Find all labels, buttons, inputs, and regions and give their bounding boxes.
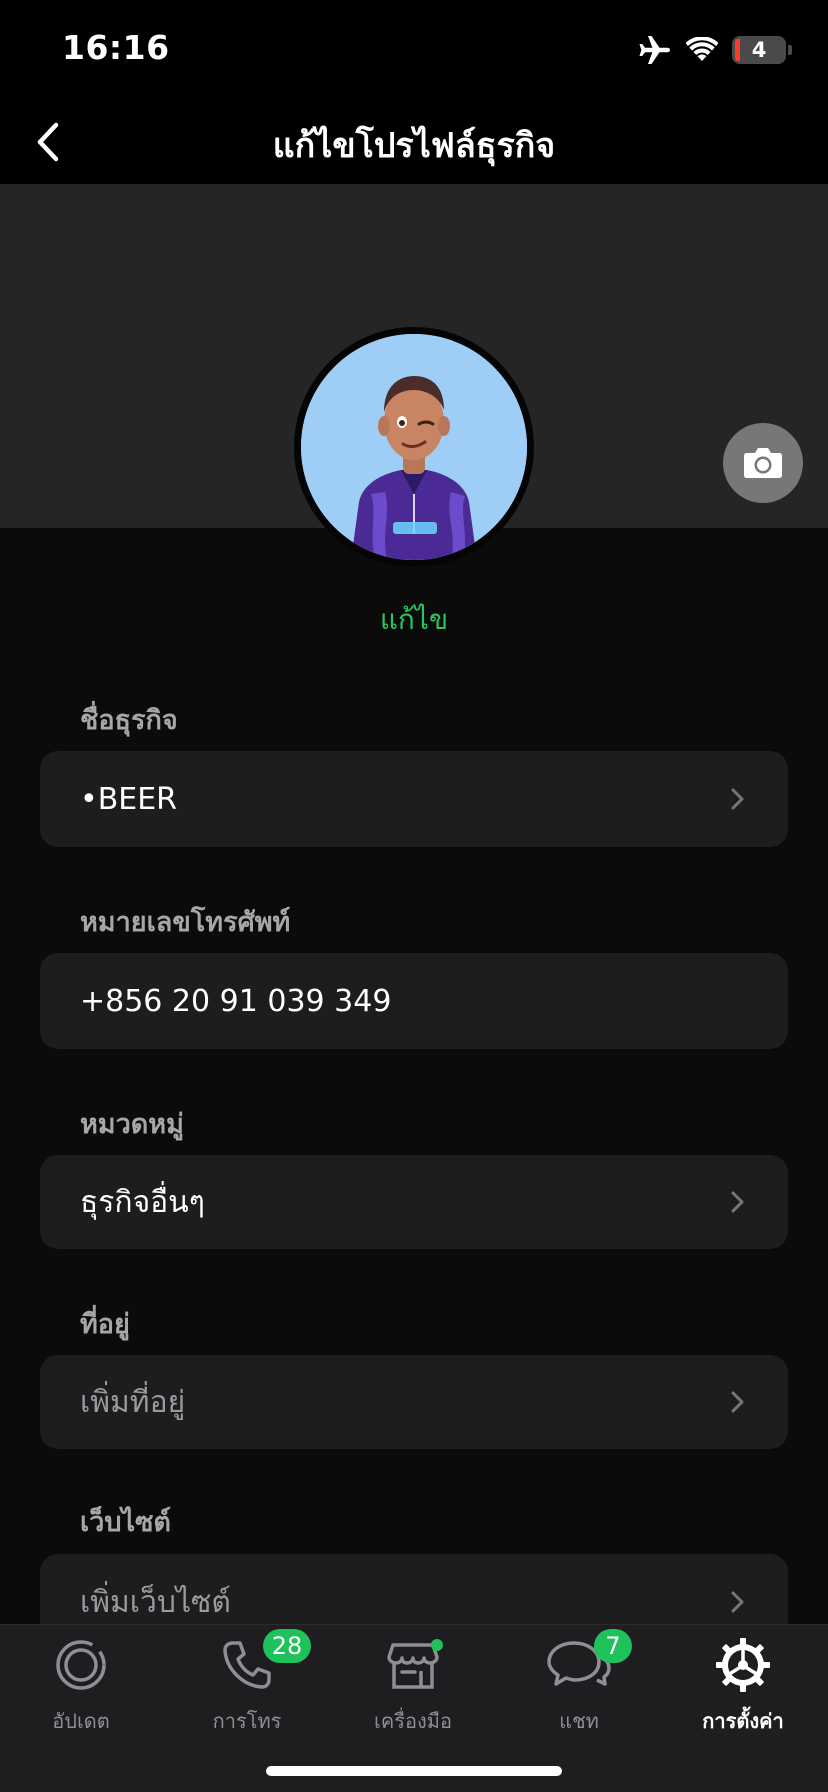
battery-level-text: 4 [751,38,767,62]
tab-settings-label: การตั้งค่า [702,1709,784,1733]
screen: 16:16 4 แก้ไขโปรไฟล์ธุรกิจ แก้ไข ชื่อธุร… [0,0,828,1792]
address-label: ที่อยู่ [80,1309,130,1340]
tab-settings[interactable]: การตั้งค่า [668,1637,818,1747]
business-name-value: •BEER [80,781,178,817]
tab-chats[interactable]: 7 แชท [504,1629,654,1747]
website-placeholder: เพิ่มเว็บไซต์ [80,1584,231,1620]
updates-icon [56,1640,106,1690]
tab-calls[interactable]: 28 การโทร [172,1629,322,1747]
chevron-right-icon [731,1391,744,1413]
tab-chats-label: แชท [559,1709,599,1733]
battery-cap [788,45,792,55]
tab-tools[interactable]: เครื่องมือ [338,1637,488,1747]
address-placeholder: เพิ่มที่อยู่ [80,1384,186,1420]
page-title: แก้ไขโปรไฟล์ธุรกิจ [272,126,556,166]
tab-updates[interactable]: อัปเดต [6,1637,156,1747]
status-time: 16:16 [62,28,170,67]
home-indicator [266,1766,562,1776]
gear-icon [716,1638,770,1692]
edit-photo-link[interactable]: แก้ไข [0,598,828,642]
website-label: เว็บไซต์ [80,1507,171,1538]
change-cover-camera-button[interactable] [723,423,803,503]
phone-number-label: หมายเลขโทรศัพท์ [80,907,291,938]
camera-icon [744,448,782,478]
status-bar: 16:16 4 [0,0,828,100]
tab-updates-label: อัปเดต [52,1709,110,1733]
calls-badge: 28 [263,1629,311,1663]
battery-low-level [735,39,740,61]
navigation-header: แก้ไขโปรไฟล์ธุรกิจ [0,100,828,184]
category-value: ธุรกิจอื่นๆ [80,1184,205,1220]
battery-indicator: 4 [732,36,786,64]
profile-avatar-ring[interactable] [294,327,534,567]
airplane-mode-icon [639,36,670,64]
phone-icon-wrap: 28 [219,1629,311,1693]
chevron-right-icon [731,1191,744,1213]
phone-number-value: +856 20 91 039 349 [80,983,392,1019]
wifi-icon [686,37,718,61]
business-name-label: ชื่อธุรกิจ [80,705,178,736]
chevron-right-icon [731,1591,744,1613]
store-tools-icon-wrap [385,1637,443,1693]
tab-tools-label: เครื่องมือ [374,1709,452,1733]
avatar[interactable] [301,334,527,560]
tab-calls-label: การโทร [212,1709,282,1733]
business-name-row[interactable]: •BEER [40,751,788,847]
category-label: หมวดหมู่ [80,1109,184,1140]
phone-number-row: +856 20 91 039 349 [40,953,788,1049]
avatar-illustration [301,334,527,560]
status-icons: 4 [638,32,792,68]
category-row[interactable]: ธุรกิจอื่นๆ [40,1155,788,1249]
chat-bubbles-icon-wrap: 7 [544,1629,632,1693]
address-row[interactable]: เพิ่มที่อยู่ [40,1355,788,1449]
tools-notification-dot [431,1639,443,1651]
chevron-right-icon [731,788,744,810]
chats-badge: 7 [594,1629,632,1663]
